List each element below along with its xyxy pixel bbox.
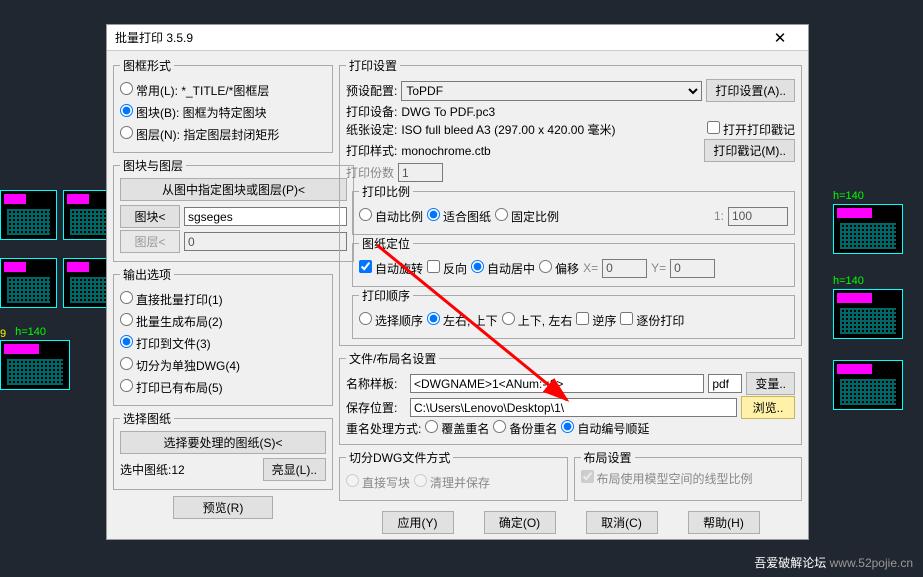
order-sel-radio[interactable]: 选择顺序 bbox=[359, 312, 423, 329]
apply-button[interactable]: 应用(Y) bbox=[382, 511, 454, 534]
scale-fixed-radio[interactable]: 固定比例 bbox=[495, 208, 559, 225]
frame-block-radio[interactable]: 图块(B): 图框为特定图块 bbox=[120, 104, 267, 121]
dialog-title: 批量打印 3.5.9 bbox=[115, 29, 193, 46]
layer-button: 图层< bbox=[120, 230, 180, 253]
offset-y-input bbox=[670, 259, 715, 278]
frame-form-group: 图框形式 常用(L): *_TITLE/*图框层 图块(B): 图框为特定图块 … bbox=[113, 57, 333, 153]
rename-auto-radio[interactable]: 自动编号顺延 bbox=[561, 420, 649, 437]
stamp-button[interactable]: 打印戳记(M).. bbox=[704, 139, 795, 162]
split-clean-radio: 清理并保存 bbox=[414, 474, 490, 491]
preview-button[interactable]: 预览(R) bbox=[173, 496, 273, 519]
variable-button[interactable]: 变量.. bbox=[746, 372, 795, 395]
order-lr-radio[interactable]: 左右, 上下 bbox=[427, 312, 498, 329]
ok-button[interactable]: 确定(O) bbox=[484, 511, 556, 534]
close-icon[interactable]: ✕ bbox=[760, 29, 800, 47]
cancel-button[interactable]: 取消(C) bbox=[586, 511, 658, 534]
order-ud-radio[interactable]: 上下, 左右 bbox=[502, 312, 573, 329]
split-direct-radio: 直接写块 bbox=[346, 474, 410, 491]
offset-x-input bbox=[602, 259, 647, 278]
print-settings-group: 打印设置 预设配置: ToPDF 打印设置(A).. 打印设备:DWG To P… bbox=[339, 57, 802, 346]
select-sheets-button[interactable]: 选择要处理的图纸(S)< bbox=[120, 431, 326, 454]
select-paper-group: 选择图纸 选择要处理的图纸(S)< 选中图纸:12 亮显(L).. bbox=[113, 410, 333, 490]
naming-group: 文件/布局名设置 名称样板: 变量.. 保存位置: 浏览.. 重名处理方式: 覆… bbox=[339, 350, 802, 445]
layout-group: 布局设置 布局使用模型空间的线型比例 bbox=[574, 449, 803, 501]
ext-input[interactable] bbox=[708, 374, 742, 393]
order-each-check[interactable]: 逐份打印 bbox=[620, 312, 684, 329]
layer-name-input bbox=[184, 232, 347, 251]
browse-button[interactable]: 浏览.. bbox=[741, 396, 795, 419]
block-button[interactable]: 图块< bbox=[120, 205, 180, 228]
offset-radio[interactable]: 偏移 bbox=[539, 260, 579, 277]
scale-group: 打印比例 自动比例 适合图纸 固定比例 1: bbox=[352, 183, 795, 235]
stamp-check[interactable]: 打开打印戳记 bbox=[707, 121, 795, 138]
name-template-input[interactable] bbox=[410, 374, 704, 393]
output-split-radio[interactable]: 切分为单独DWG(4) bbox=[120, 357, 240, 374]
scale-auto-radio[interactable]: 自动比例 bbox=[359, 208, 423, 225]
selected-count-label: 选中图纸:12 bbox=[120, 461, 185, 478]
center-radio[interactable]: 自动居中 bbox=[471, 260, 535, 277]
split-group: 切分DWG文件方式 直接写块 清理并保存 bbox=[339, 449, 568, 501]
output-existing-radio[interactable]: 打印已有布局(5) bbox=[120, 379, 223, 396]
help-button[interactable]: 帮助(H) bbox=[688, 511, 760, 534]
watermark: 吾爱破解论坛 www.52pojie.cn bbox=[754, 554, 913, 571]
locate-group: 图纸定位 自动旋转 反向 自动居中 偏移 X= Y= bbox=[352, 235, 795, 287]
rename-backup-radio[interactable]: 备份重名 bbox=[493, 420, 557, 437]
frame-layer-radio[interactable]: 图层(N): 指定图层封闭矩形 bbox=[120, 126, 279, 143]
block-layer-group: 图块与图层 从图中指定图块或图层(P)< 图块< 图层< bbox=[113, 157, 354, 262]
batch-print-dialog: 批量打印 3.5.9 ✕ 图框形式 常用(L): *_TITLE/*图框层 图块… bbox=[106, 24, 809, 540]
output-layout-radio[interactable]: 批量生成布局(2) bbox=[120, 313, 223, 330]
auto-rotate-check[interactable]: 自动旋转 bbox=[359, 260, 423, 277]
reverse-check[interactable]: 反向 bbox=[427, 260, 467, 277]
scale-value-input bbox=[728, 207, 788, 226]
pick-from-drawing-button[interactable]: 从图中指定图块或图层(P)< bbox=[120, 178, 347, 201]
output-direct-radio[interactable]: 直接批量打印(1) bbox=[120, 291, 223, 308]
copies-input bbox=[398, 163, 443, 182]
block-name-input[interactable] bbox=[184, 207, 347, 226]
save-path-input[interactable] bbox=[410, 398, 737, 417]
layout-scale-check: 布局使用模型空间的线型比例 bbox=[581, 472, 753, 486]
order-group: 打印顺序 选择顺序 左右, 上下 上下, 左右 逆序 逐份打印 bbox=[352, 287, 795, 339]
order-rev-check[interactable]: 逆序 bbox=[576, 312, 616, 329]
scale-fit-radio[interactable]: 适合图纸 bbox=[427, 208, 491, 225]
preset-select[interactable]: ToPDF bbox=[401, 81, 702, 101]
output-file-radio[interactable]: 打印到文件(3) bbox=[120, 335, 211, 352]
rename-overwrite-radio[interactable]: 覆盖重名 bbox=[425, 420, 489, 437]
frame-common-radio[interactable]: 常用(L): *_TITLE/*图框层 bbox=[120, 82, 269, 99]
highlight-button[interactable]: 亮显(L).. bbox=[263, 458, 326, 481]
output-options-group: 输出选项 直接批量打印(1) 批量生成布局(2) 打印到文件(3) 切分为单独D… bbox=[113, 266, 333, 406]
print-settings-button[interactable]: 打印设置(A).. bbox=[706, 79, 795, 102]
